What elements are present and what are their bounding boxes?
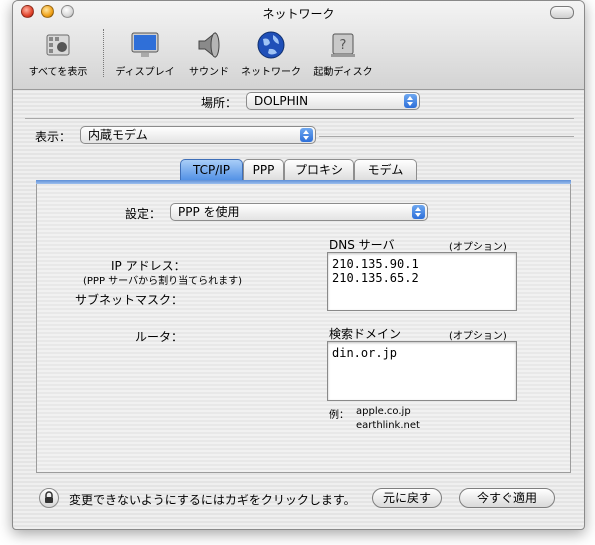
apply-now-button[interactable]: 今すぐ適用	[459, 488, 555, 508]
router-label: ルータ：	[135, 330, 184, 344]
tab-proxy[interactable]: プロキシ	[284, 159, 354, 181]
tab-ppp-label: PPP	[252, 163, 275, 177]
tab-modem-label: モデム	[367, 163, 404, 177]
svg-text:?: ?	[340, 38, 347, 53]
toolbar-network-label: ネットワーク	[241, 67, 301, 78]
tab-tcpip[interactable]: TCP/IP	[180, 159, 243, 181]
toolbar-show-all[interactable]: すべてを表示	[23, 29, 93, 78]
globe-icon	[257, 31, 285, 59]
apple-prefs-icon	[46, 34, 70, 56]
disk-icon: ?	[331, 33, 355, 57]
revert-button[interactable]: 元に戻す	[372, 488, 442, 508]
toolbar-displays[interactable]: ディスプレイ	[113, 29, 177, 78]
location-value: DOLPHIN	[254, 94, 309, 108]
dns-servers-field[interactable]: 210.135.90.1 210.135.65.2	[327, 252, 517, 311]
dns-optional-label: (オプション)	[449, 242, 507, 253]
example-label: 例：	[329, 410, 349, 421]
location-popup[interactable]: DOLPHIN	[246, 92, 420, 110]
tab-tcpip-label: TCP/IP	[192, 163, 231, 177]
dns-server-entry: 210.135.90.1	[332, 257, 419, 271]
lock-icon	[45, 491, 53, 503]
example-value: apple.co.jp	[356, 406, 411, 417]
tab-ppp[interactable]: PPP	[243, 159, 284, 181]
toolbar-toggle-button[interactable]	[550, 6, 574, 19]
configure-popup[interactable]: PPP を使用	[170, 203, 428, 221]
show-value: 内蔵モデム	[88, 128, 148, 142]
toolbar-startup-disk-label: 起動ディスク	[313, 67, 373, 78]
toolbar-sound[interactable]: サウンド	[185, 29, 233, 78]
toolbar-separator	[103, 29, 104, 77]
subnet-mask-label: サブネットマスク：	[75, 293, 184, 307]
divider	[25, 118, 574, 119]
configure-value: PPP を使用	[178, 205, 240, 219]
dns-servers-label: DNS サーバ	[329, 238, 395, 252]
speaker-icon	[198, 31, 220, 59]
tab-panel-accent	[36, 180, 571, 184]
window-title: ネットワーク	[262, 7, 335, 21]
divider	[319, 136, 574, 137]
ip-address-note: (PPP サーバから割り当てられます)	[83, 276, 242, 287]
search-domain-entry: din.or.jp	[332, 346, 398, 360]
display-icon	[131, 32, 159, 57]
toolbar-displays-label: ディスプレイ	[115, 67, 175, 78]
toolbar-show-all-label: すべてを表示	[28, 67, 88, 78]
popup-arrows-icon	[412, 205, 425, 219]
configure-label: 設定：	[125, 207, 162, 221]
tab-proxy-label: プロキシ	[294, 163, 343, 177]
show-popup[interactable]: 内蔵モデム	[80, 126, 316, 144]
search-domains-field[interactable]: din.or.jp	[327, 341, 517, 401]
dns-server-entry: 210.135.65.2	[332, 271, 419, 285]
example-value: earthlink.net	[356, 420, 420, 431]
tab-modem[interactable]: モデム	[354, 159, 417, 181]
lock-message: 変更できないようにするにはカギをクリックします。	[69, 493, 356, 507]
popup-arrows-icon	[300, 128, 313, 142]
toolbar-startup-disk[interactable]: ? 起動ディスク	[310, 29, 376, 78]
toolbar-network[interactable]: ネットワーク	[239, 29, 303, 78]
toolbar: すべてを表示 ディスプレイ サウンド ネットワーク ? 起動ディスク	[13, 23, 584, 85]
popup-arrows-icon	[404, 94, 417, 108]
search-optional-label: (オプション)	[449, 331, 507, 342]
location-label: 場所：	[201, 96, 238, 110]
lock-button[interactable]	[39, 488, 59, 508]
title-bar: ネットワーク すべてを表示 ディスプレイ サウンド ネットワーク ? 起動ディス…	[13, 1, 584, 90]
show-label: 表示：	[35, 130, 72, 144]
search-domains-label: 検索ドメイン	[329, 327, 402, 341]
toolbar-sound-label: サウンド	[189, 67, 229, 78]
network-preferences-window: ネットワーク すべてを表示 ディスプレイ サウンド ネットワーク ? 起動ディス…	[12, 0, 585, 530]
